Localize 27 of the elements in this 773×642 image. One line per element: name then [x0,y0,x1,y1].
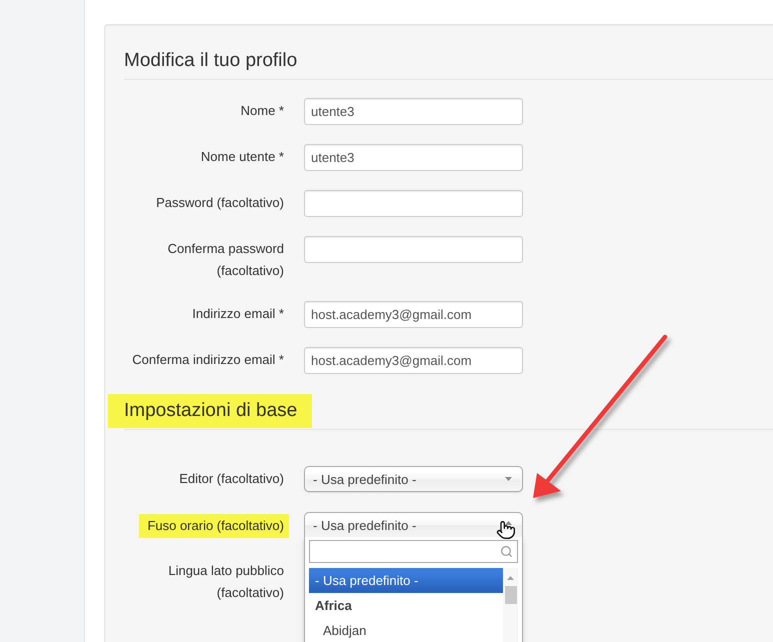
dropdown-select[interactable]: - Usa predefinito - [304,512,523,538]
search-icon [500,545,513,558]
field-label: Nome utente * [200,148,284,166]
scroll-up-icon[interactable] [507,576,514,580]
text-input[interactable]: host.academy3@gmail.com [304,301,523,328]
field-label: Editor (facoltativo) [179,470,284,488]
scrollbar-thumb[interactable] [504,586,516,604]
field-label: Conferma password (facoltativo) [166,240,284,280]
password-input[interactable] [304,236,523,263]
dropdown-option[interactable]: Abidjan [309,618,503,642]
field-label: Lingua lato pubblico (facoltativo) [167,562,284,602]
dropdown-select[interactable]: - Usa predefinito - [304,466,523,492]
caret-down-icon [505,477,512,481]
field-label: Indirizzo email * [192,305,284,323]
field-label: Nome * [240,102,284,120]
option-group-label: Africa [314,597,353,615]
dropdown-option[interactable]: - Usa predefinito - [309,568,503,593]
text-input[interactable]: utente3 [304,98,523,125]
field-label: Fuso orario (facoltativo) [139,514,289,538]
field-label: Password (facoltativo) [156,194,284,212]
section-title: Modifica il tuo profilo [124,49,298,73]
field-label: Conferma indirizzo email * [132,351,284,369]
section-title: Impostazioni di base [108,394,312,428]
password-input[interactable] [304,190,523,217]
text-input[interactable]: utente3 [304,144,523,171]
search-field[interactable] [309,540,518,563]
text-input[interactable]: host.academy3@gmail.com [304,347,523,374]
